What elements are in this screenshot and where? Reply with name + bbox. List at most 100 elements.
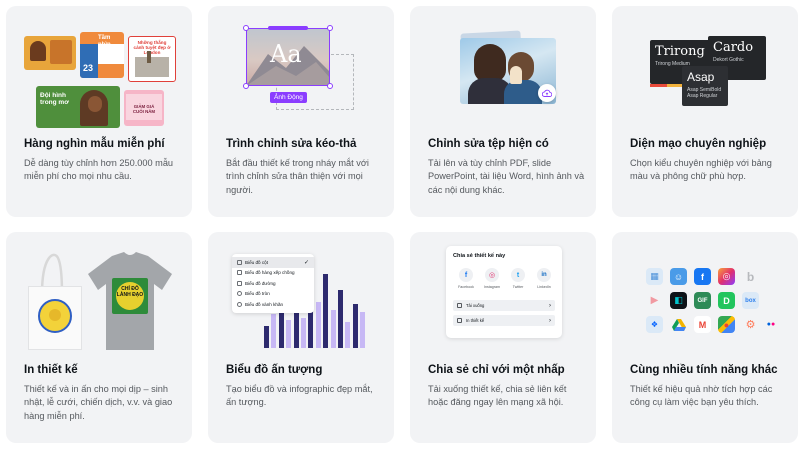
template-thumb-sale: GIẢM GIÁ CUỐI NĂM — [124, 90, 164, 126]
feature-title: Cùng nhiều tính năng khác — [630, 364, 778, 376]
facebook-icon[interactable]: f — [694, 268, 711, 285]
instagram-icon[interactable]: ◎ — [485, 268, 499, 282]
option-label: Biểu đồ hàng xếp chồng — [245, 270, 295, 276]
chart-option-bar[interactable]: Biểu đồ cột ✓ — [232, 257, 314, 268]
gif-app-icon[interactable]: GIF — [694, 292, 711, 309]
option-label: Biểu đồ cột — [245, 259, 268, 265]
feature-card-edit-files[interactable]: Chỉnh sửa tệp hiện có Tải lên và tùy chỉ… — [410, 6, 596, 217]
chevron-right-icon: › — [549, 317, 551, 324]
shirt-graphic-text: CHỈ ĐỖ LÀNH ĐẠO — [116, 286, 144, 298]
chart-illustration: Biểu đồ cột ✓ Biểu đồ hàng xếp chồng Biểu… — [208, 232, 394, 350]
shirt-graphic: CHỈ ĐỖ LÀNH ĐẠO — [112, 278, 148, 314]
dropbox-d-icon[interactable]: D — [718, 292, 735, 309]
chart-bar — [271, 314, 277, 348]
print-row[interactable]: In thiết kế › — [453, 315, 555, 326]
feature-card-share[interactable]: Chia sẻ thiết kế này f Facebook ◎ Instag… — [410, 232, 596, 443]
chart-bar — [278, 308, 284, 348]
facebook-icon[interactable]: f — [459, 268, 473, 282]
box-icon[interactable]: box — [742, 292, 759, 309]
option-label: Biểu đồ tròn — [245, 291, 270, 297]
feature-title: Hàng nghìn mẫu miễn phí — [24, 138, 165, 150]
dropbox-icon[interactable]: ❖ — [646, 316, 663, 333]
bitmoji-icon[interactable]: b — [742, 268, 759, 285]
feature-title: Chia sẻ chỉ với một nhấp — [428, 364, 565, 376]
chart-option-line[interactable]: Biểu đồ đường — [232, 278, 314, 289]
feature-description: Thiết kế hiệu quả nhờ tích hợp các công … — [630, 384, 773, 408]
templates-collage: Tầm nhìn 23 Những thắng cảnh tuyệt đẹp ở… — [6, 6, 192, 128]
download-row[interactable]: Tải xuống › — [453, 300, 555, 311]
drive-app-icon[interactable]: ◧ — [670, 292, 687, 309]
qr-code-icon[interactable]: ▦ — [646, 268, 663, 285]
stacked-bar-icon — [237, 270, 242, 276]
chart-bar — [323, 274, 329, 348]
print-label: In thiết kế — [466, 318, 485, 323]
resize-handle-bl[interactable] — [243, 83, 249, 89]
check-icon: ✓ — [303, 259, 309, 266]
t-shirt: CHỈ ĐỖ LÀNH ĐẠO — [88, 252, 172, 350]
social-label: Instagram — [484, 285, 500, 289]
chart-bar — [301, 318, 306, 348]
social-label: Twitter — [512, 285, 524, 289]
font-card-caption-2: Asap Regular — [687, 93, 718, 99]
chart-bar — [286, 320, 292, 348]
feature-card-drag-drop-editor[interactable]: Aa Ảnh Động Trình chỉnh sửa kéo-thả Bắt … — [208, 6, 394, 217]
download-label: Tải xuống — [466, 303, 485, 308]
template-thumb-london: Những thắng cảnh tuyệt đẹp ở London — [128, 36, 176, 82]
feature-card-integrations[interactable]: ▦ ☺ f ◎ b ▶ ◧ GIF D box ❖ M ● ⚙ ● ● Cùng … — [612, 232, 798, 443]
resize-handle-tl[interactable] — [243, 25, 249, 31]
feature-description: Tải lên và tùy chỉnh PDF, slide PowerPoi… — [428, 158, 585, 195]
chart-bar — [264, 326, 269, 348]
feature-title: Biểu đồ ấn tượng — [226, 364, 323, 376]
twitter-icon[interactable]: t — [511, 268, 525, 282]
chart-option-pie[interactable]: Biểu đồ tròn — [232, 289, 314, 300]
selection-frame[interactable] — [246, 28, 330, 86]
share-panel: Chia sẻ thiết kế này f Facebook ◎ Instag… — [446, 246, 562, 338]
emoji-app-icon[interactable]: ☺ — [670, 268, 687, 285]
feature-card-charts[interactable]: Biểu đồ cột ✓ Biểu đồ hàng xếp chồng Biểu… — [208, 232, 394, 443]
download-icon — [457, 303, 462, 308]
font-pairing-illustration: Trirong Trirong Medium Cardo Dekort Goth… — [612, 6, 798, 124]
template-dream-team-label: Đội hình trong mơ — [40, 92, 69, 106]
template-thumb-portrait — [24, 36, 76, 70]
feature-title: Trình chỉnh sửa kéo-thả — [226, 138, 357, 150]
youtube-icon[interactable]: ▶ — [646, 292, 663, 309]
feature-description: Tải xuống thiết kế, chia sẻ liên kết hoặ… — [428, 384, 567, 408]
feature-title: In thiết kế — [24, 364, 78, 376]
feature-description: Dễ dàng tùy chỉnh hơn 250.000 mẫu miễn p… — [24, 158, 174, 182]
linkedin-icon[interactable]: in — [537, 268, 551, 282]
feature-description: Bắt đầu thiết kế trong nháy mắt với trìn… — [226, 158, 369, 195]
element-tag: Ảnh Động — [270, 92, 307, 103]
cloud-upload-icon[interactable] — [538, 84, 556, 102]
resize-handle-br[interactable] — [327, 83, 333, 89]
feature-card-professional-look[interactable]: Trirong Trirong Medium Cardo Dekort Goth… — [612, 6, 798, 217]
template-london-label: Những thắng cảnh tuyệt đẹp ở London — [133, 40, 171, 56]
feature-description: Tạo biểu đồ và infographic đẹp mắt, ấn t… — [226, 384, 373, 408]
gmail-icon[interactable]: M — [694, 316, 711, 333]
share-panel-title: Chia sẻ thiết kế này — [453, 253, 506, 259]
font-card-heading: Trirong — [655, 44, 705, 59]
chart-bar — [315, 302, 321, 348]
print-products-illustration: CHỈ ĐỖ LÀNH ĐẠO — [6, 232, 192, 350]
feature-card-print[interactable]: CHỈ ĐỖ LÀNH ĐẠO In thiết kế Thiết kế và … — [6, 232, 192, 443]
print-icon — [457, 318, 462, 323]
chart-type-dropdown[interactable]: Biểu đồ cột ✓ Biểu đồ hàng xếp chồng Biểu… — [232, 254, 314, 313]
hubspot-icon[interactable]: ⚙ — [742, 316, 759, 333]
option-label: Biểu đồ đường — [245, 280, 276, 286]
chart-bar — [352, 304, 358, 348]
chart-option-donut[interactable]: Biểu đồ vành khăn — [232, 299, 314, 310]
feature-card-templates[interactable]: Tầm nhìn 23 Những thắng cảnh tuyệt đẹp ở… — [6, 6, 192, 217]
template-thumb-dream-team: Đội hình trong mơ — [36, 86, 120, 128]
font-card-heading: Asap — [687, 70, 715, 84]
google-maps-icon[interactable]: ● — [718, 316, 735, 333]
google-drive-icon[interactable] — [670, 316, 687, 333]
selection-top-bar — [268, 26, 308, 30]
line-chart-icon — [237, 280, 242, 286]
pie-chart-icon — [237, 291, 242, 297]
donut-chart-icon — [237, 301, 242, 307]
instagram-icon[interactable]: ◎ — [718, 268, 735, 285]
resize-handle-tr[interactable] — [327, 25, 333, 31]
flickr-icon[interactable]: ● ● — [764, 316, 778, 333]
chart-option-stacked[interactable]: Biểu đồ hàng xếp chồng — [232, 268, 314, 279]
feature-title: Chỉnh sửa tệp hiện có — [428, 138, 549, 150]
feature-description: Chọn kiểu chuyên nghiệp với bảng màu và … — [630, 158, 772, 182]
